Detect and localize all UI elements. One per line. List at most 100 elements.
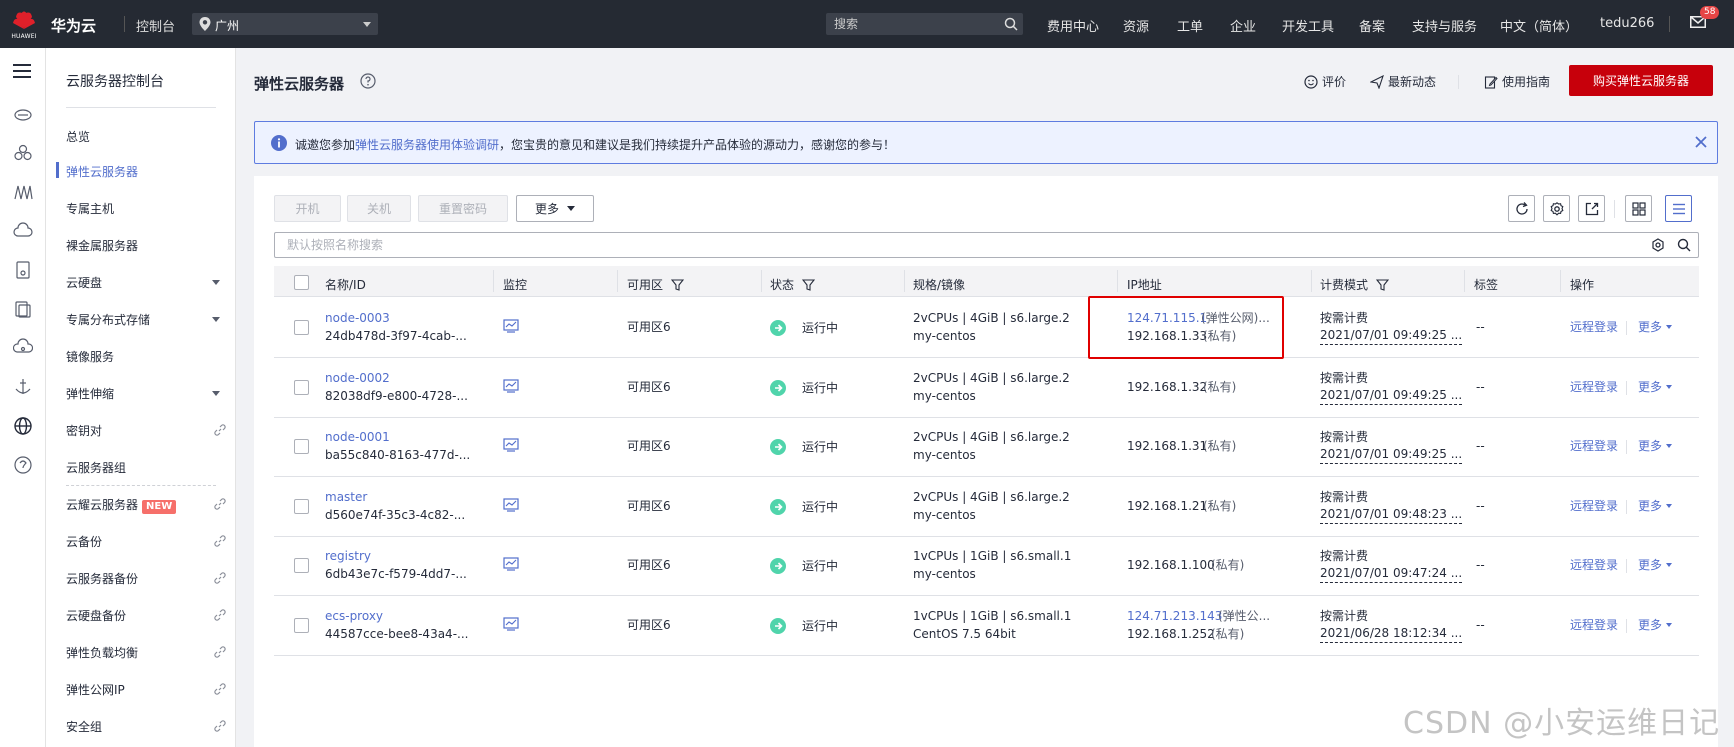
instance-name-link[interactable]: node-0002 xyxy=(325,370,390,387)
row-checkbox[interactable] xyxy=(294,380,309,395)
cloud-server-icon[interactable] xyxy=(13,104,33,124)
sidebar-item-flexus[interactable]: 云耀云服务器 NEW xyxy=(66,496,236,514)
nav-support[interactable]: 支持与服务 xyxy=(1412,16,1477,35)
row-more-button[interactable]: 更多 xyxy=(1638,498,1673,515)
row-more-button[interactable]: 更多 xyxy=(1638,557,1673,574)
sidebar-item-autoscaling[interactable]: 弹性伸缩 xyxy=(66,385,236,402)
filter-settings-icon[interactable] xyxy=(1651,238,1665,252)
grid-view-button[interactable] xyxy=(1625,195,1652,222)
storage-icon[interactable] xyxy=(13,260,33,280)
globe-icon[interactable] xyxy=(13,416,33,436)
instance-name-link[interactable]: node-0001 xyxy=(325,429,390,446)
region-selector[interactable]: 广州 xyxy=(192,13,378,35)
nav-resources[interactable]: 资源 xyxy=(1123,16,1149,35)
remote-login-link[interactable]: 远程登录 xyxy=(1570,498,1618,515)
cluster-icon[interactable] xyxy=(13,143,33,163)
monitor-chart-icon[interactable] xyxy=(503,319,519,333)
remote-login-link[interactable]: 远程登录 xyxy=(1570,379,1618,396)
col-status[interactable]: 状态 xyxy=(770,276,816,293)
support-icon[interactable] xyxy=(13,455,33,475)
nav-dev-tools[interactable]: 开发工具 xyxy=(1282,16,1334,35)
row-checkbox[interactable] xyxy=(294,439,309,454)
monitor-chart-icon[interactable] xyxy=(503,438,519,452)
network-icon[interactable] xyxy=(13,182,33,202)
sidebar-item-server-backup[interactable]: 云服务器备份 xyxy=(66,570,236,587)
remote-login-link[interactable]: 远程登录 xyxy=(1570,617,1618,634)
monitor-chart-icon[interactable] xyxy=(503,498,519,512)
sidebar-item-ims[interactable]: 镜像服务 xyxy=(66,348,236,365)
monitor-chart-icon[interactable] xyxy=(503,617,519,631)
global-search-input[interactable] xyxy=(826,13,1023,35)
instance-name-link[interactable]: registry xyxy=(325,548,371,565)
hamburger-menu-icon[interactable] xyxy=(13,64,31,78)
list-view-button[interactable] xyxy=(1665,195,1692,222)
guide-link[interactable]: 使用指南 xyxy=(1484,73,1550,90)
sidebar-item-ecs[interactable]: 弹性云服务器 xyxy=(66,163,236,180)
instance-filter-input[interactable] xyxy=(274,232,1699,258)
row-checkbox[interactable] xyxy=(294,499,309,514)
search-icon[interactable] xyxy=(1677,238,1691,252)
chevron-down-icon[interactable] xyxy=(212,280,220,285)
select-all-checkbox[interactable] xyxy=(294,275,309,290)
remote-login-link[interactable]: 远程登录 xyxy=(1570,438,1618,455)
filter-icon[interactable] xyxy=(670,279,685,291)
refresh-button[interactable] xyxy=(1508,195,1535,222)
cloud-icon[interactable] xyxy=(13,221,33,241)
database-icon[interactable] xyxy=(13,299,33,319)
cloud-network-icon[interactable] xyxy=(13,338,33,358)
sidebar-item-elb[interactable]: 弹性负载均衡 xyxy=(66,644,236,661)
more-actions-button[interactable]: 更多 xyxy=(516,195,594,222)
row-more-button[interactable]: 更多 xyxy=(1638,617,1673,634)
sidebar-item-keypair[interactable]: 密钥对 xyxy=(66,422,236,439)
row-more-button[interactable]: 更多 xyxy=(1638,319,1673,336)
instance-name-link[interactable]: ecs-proxy xyxy=(325,608,383,625)
news-link[interactable]: 最新动态 xyxy=(1369,73,1436,90)
start-button[interactable]: 开机 xyxy=(274,195,341,222)
nav-tickets[interactable]: 工单 xyxy=(1177,16,1203,35)
monitor-chart-icon[interactable] xyxy=(503,379,519,393)
sidebar-item-evs[interactable]: 云硬盘 xyxy=(66,274,236,291)
remote-login-link[interactable]: 远程登录 xyxy=(1570,557,1618,574)
instance-name-link[interactable]: node-0003 xyxy=(325,310,390,327)
remote-login-link[interactable]: 远程登录 xyxy=(1570,319,1618,336)
col-zone[interactable]: 可用区 xyxy=(627,276,685,293)
brand-name[interactable]: 华为云 xyxy=(51,15,96,36)
filter-icon[interactable] xyxy=(801,279,816,291)
sidebar-item-bare-metal[interactable]: 裸金属服务器 xyxy=(66,237,236,254)
row-more-button[interactable]: 更多 xyxy=(1638,438,1673,455)
instance-name-link[interactable]: master xyxy=(325,489,367,506)
search-icon[interactable] xyxy=(1004,17,1018,31)
close-icon[interactable] xyxy=(1694,135,1708,149)
console-link[interactable]: 控制台 xyxy=(136,16,175,35)
sidebar-item-dedicated-host[interactable]: 专属主机 xyxy=(66,200,236,217)
settings-button[interactable] xyxy=(1543,195,1570,222)
nav-filing[interactable]: 备案 xyxy=(1359,16,1385,35)
rate-link[interactable]: 评价 xyxy=(1304,73,1346,90)
export-button[interactable] xyxy=(1578,195,1605,222)
filter-icon[interactable] xyxy=(1375,279,1390,291)
sidebar-item-overview[interactable]: 总览 xyxy=(66,128,236,145)
nav-username[interactable]: tedu266 xyxy=(1600,16,1654,31)
survey-link[interactable]: 弹性云服务器使用体验调研 xyxy=(355,138,499,152)
sidebar-item-disk-backup[interactable]: 云硬盘备份 xyxy=(66,607,236,624)
monitor-chart-icon[interactable] xyxy=(503,557,519,571)
row-checkbox[interactable] xyxy=(294,618,309,633)
nav-enterprise[interactable]: 企业 xyxy=(1230,16,1256,35)
reset-password-button[interactable]: 重置密码 xyxy=(418,195,508,222)
buy-ecs-button[interactable]: 购买弹性云服务器 xyxy=(1569,65,1713,96)
row-checkbox[interactable] xyxy=(294,320,309,335)
chevron-down-icon[interactable] xyxy=(212,391,220,396)
chevron-down-icon[interactable] xyxy=(212,317,220,322)
row-more-button[interactable]: 更多 xyxy=(1638,379,1673,396)
sidebar-item-dss[interactable]: 专属分布式存储 xyxy=(66,311,236,328)
nav-billing-center[interactable]: 费用中心 xyxy=(1047,16,1099,35)
eip-address[interactable]: 124.71.213.143 xyxy=(1127,608,1222,625)
nav-language[interactable]: 中文（简体） xyxy=(1500,16,1578,35)
sidebar-item-eip[interactable]: 弹性公网IP xyxy=(66,681,236,698)
col-name-id[interactable]: 名称/ID xyxy=(325,276,366,293)
col-billing[interactable]: 计费模式 xyxy=(1320,276,1390,293)
stop-button[interactable]: 关机 xyxy=(347,195,411,222)
sidebar-item-cbr[interactable]: 云备份 xyxy=(66,533,236,550)
sidebar-item-server-group[interactable]: 云服务器组 xyxy=(66,459,236,476)
help-icon[interactable] xyxy=(360,73,376,89)
